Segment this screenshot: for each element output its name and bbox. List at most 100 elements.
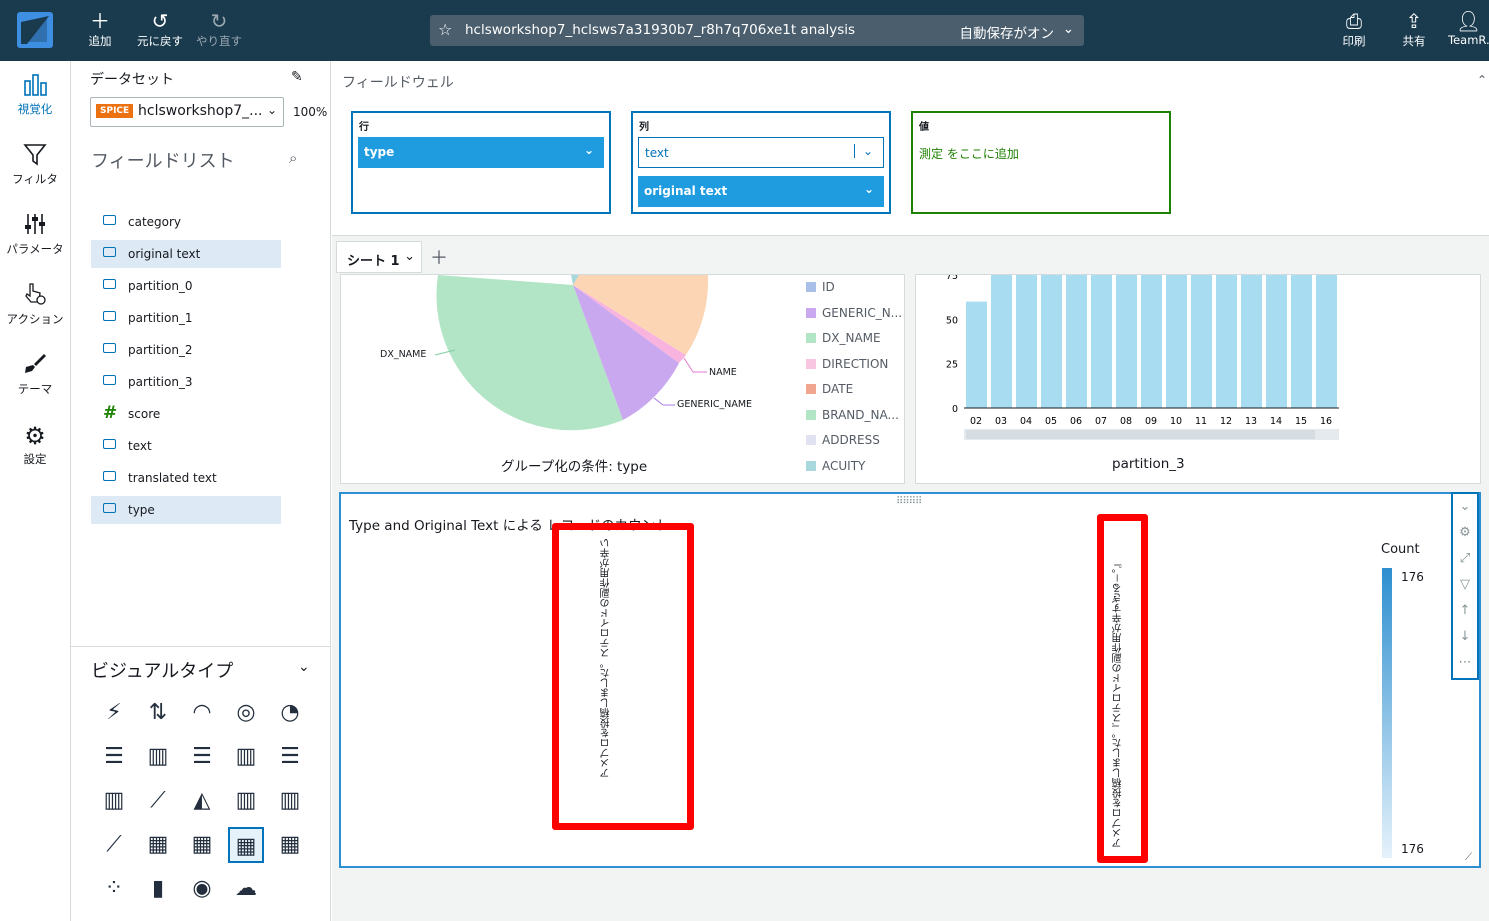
bar[interactable] (1291, 275, 1312, 408)
scatter-icon[interactable]: ⁘ (96, 871, 132, 907)
nav-settings[interactable]: ⚙ 設定 (0, 421, 70, 467)
combo-stacked-line-icon[interactable]: ▥ (272, 783, 308, 819)
nav-actions[interactable]: アクション (0, 281, 70, 327)
vbar-grouped-icon[interactable]: ▥ (228, 739, 264, 775)
bar[interactable] (1316, 275, 1337, 408)
legend-item[interactable]: GENERIC_N... (806, 306, 904, 320)
field-item[interactable]: original text (91, 240, 281, 268)
chevron-down-icon[interactable]: ⌄ (1063, 21, 1074, 37)
bar[interactable] (1066, 275, 1087, 408)
map-icon[interactable]: ◉ (184, 871, 220, 907)
add-button[interactable]: ＋追加 (87, 9, 113, 49)
pie-icon[interactable]: ◔ (272, 695, 308, 731)
treemap-icon[interactable]: ▦ (272, 827, 308, 863)
share-button[interactable]: ⇪ 共有 (1399, 9, 1429, 49)
bar[interactable] (1016, 275, 1037, 408)
field-item[interactable]: category (91, 208, 281, 236)
collapse-icon[interactable]: ⌃ (1477, 73, 1487, 87)
bar[interactable] (991, 275, 1012, 408)
bar[interactable] (1191, 275, 1212, 408)
nav-themes[interactable]: テーマ (0, 351, 70, 397)
bar[interactable] (1216, 275, 1237, 408)
redo-button[interactable]: ↻ やり直す (194, 9, 244, 49)
bar-visual[interactable]: 75 50 25 0 02 03 04 05 06 07 08 09 10 11 12 13 14 15 16 pa… (915, 274, 1481, 484)
field-item[interactable]: text (91, 432, 281, 460)
bar[interactable] (1116, 275, 1137, 408)
search-icon[interactable]: ⌕ (289, 149, 297, 167)
autograph-icon[interactable]: ⇅ (140, 695, 176, 731)
scroll-thumb[interactable] (966, 430, 1315, 439)
pivot-table-icon[interactable]: ▦ (184, 827, 220, 863)
bar[interactable] (1241, 275, 1262, 408)
field-item[interactable]: partition_1 (91, 304, 281, 332)
undo-button[interactable]: ↺ 元に戻す (134, 9, 186, 49)
nav-visualize[interactable]: 視覚化 (0, 71, 70, 117)
arrow-down-icon[interactable]: ↓ (1453, 624, 1477, 650)
field-item[interactable]: translated text (91, 464, 281, 492)
chevron-down-icon[interactable]: ⌄ (298, 659, 310, 675)
gauge-icon[interactable]: ◠ (184, 695, 220, 731)
pie-visual[interactable]: DX_NAME NAME GENERIC_NAME ID GENERIC_N...… (340, 274, 905, 484)
vbar-stacked-icon[interactable]: ▥ (96, 783, 132, 819)
legend-item[interactable]: ADDRESS (806, 433, 904, 447)
bar[interactable] (1166, 275, 1187, 408)
line-area-icon[interactable]: ⟋ (96, 827, 132, 863)
legend-item[interactable]: ACUITY (806, 459, 904, 473)
analysis-title-bar[interactable]: ☆ hclsworkshop7_hclsws7a31930b7_r8h7q706… (430, 15, 1084, 46)
add-sheet-icon[interactable]: ＋ (430, 244, 448, 270)
field-item[interactable]: partition_0 (91, 272, 281, 300)
area-icon[interactable]: ◭ (184, 783, 220, 819)
heatmap-visual[interactable]: ⠿⠿⠿⠿ Type and Original Text による レコードのカウン… (339, 492, 1481, 868)
histogram-icon[interactable]: ▮ (140, 871, 176, 907)
legend-item[interactable]: DX_NAME (806, 331, 904, 345)
legend-item[interactable]: ID (806, 280, 904, 294)
drag-handle[interactable]: ⠿⠿⠿⠿ (896, 496, 922, 507)
star-icon[interactable]: ☆ (438, 20, 452, 39)
more-icon[interactable]: ⋯ (1453, 650, 1477, 676)
print-button[interactable]: ⎙ 印刷 (1339, 9, 1369, 49)
expand-icon[interactable]: ⤢ (1453, 546, 1477, 572)
user-menu[interactable]: 👤︎TeamR... (1448, 9, 1489, 47)
filter-icon[interactable]: ▽ (1453, 572, 1477, 598)
wordcloud-icon[interactable]: ☁ (228, 871, 264, 907)
table-icon[interactable]: ▦ (140, 827, 176, 863)
hbar-stacked-icon[interactable]: ☰ (272, 739, 308, 775)
heatmap-icon[interactable]: ▦ (228, 827, 264, 863)
donut-icon[interactable]: ◎ (228, 695, 264, 731)
combo-bar-line-icon[interactable]: ▥ (228, 783, 264, 819)
bar[interactable] (1091, 275, 1112, 408)
legend-item[interactable]: DIRECTION (806, 357, 904, 371)
collapse-icon[interactable]: ⌄ (1453, 494, 1477, 520)
bar[interactable] (966, 301, 987, 408)
line-icon[interactable]: ⟋ (140, 783, 176, 819)
rows-well[interactable]: 行 type ⌄ (351, 111, 611, 214)
nav-parameters[interactable]: パラメータ (0, 211, 70, 257)
arrow-up-icon[interactable]: ↑ (1453, 598, 1477, 624)
bar[interactable] (1266, 275, 1287, 408)
field-item[interactable]: partition_2 (91, 336, 281, 364)
pencil-icon[interactable]: ✎ (291, 69, 303, 85)
field-item[interactable]: # score (91, 400, 281, 428)
bar[interactable] (1141, 275, 1162, 408)
vbar-icon[interactable]: ▥ (140, 739, 176, 775)
legend-item[interactable]: BRAND_NA... (806, 408, 904, 422)
bar[interactable] (1041, 275, 1062, 408)
hbar-icon[interactable]: ☰ (96, 739, 132, 775)
values-well[interactable]: 値 測定 をここに追加 (911, 111, 1171, 214)
settings-icon[interactable]: ⚙ (1453, 520, 1477, 546)
hbar-grouped-icon[interactable]: ☰ (184, 739, 220, 775)
autosave-toggle[interactable]: 自動保存がオン (960, 22, 1055, 42)
field-item[interactable]: partition_3 (91, 368, 281, 396)
dataset-select[interactable]: SPICE hclsworkshop7_... ⌄ (90, 97, 284, 127)
columns-well[interactable]: 列 text ⌄ original text ⌄ (631, 111, 891, 214)
columns-field-pill-original-text[interactable]: original text ⌄ (638, 176, 884, 207)
field-item[interactable]: type (91, 496, 281, 524)
tab-sheet-1[interactable]: シート 1 ⌄ (336, 241, 422, 273)
kpi-icon[interactable]: ⚡ (96, 695, 132, 731)
quicksight-logo[interactable] (17, 12, 53, 48)
columns-field-pill-text[interactable]: text ⌄ (638, 137, 884, 168)
resize-handle-icon[interactable]: ⟋ (1465, 852, 1472, 863)
rows-field-pill[interactable]: type ⌄ (358, 137, 604, 168)
legend-item[interactable]: DATE (806, 382, 904, 396)
nav-filter[interactable]: フィルタ (0, 141, 70, 187)
